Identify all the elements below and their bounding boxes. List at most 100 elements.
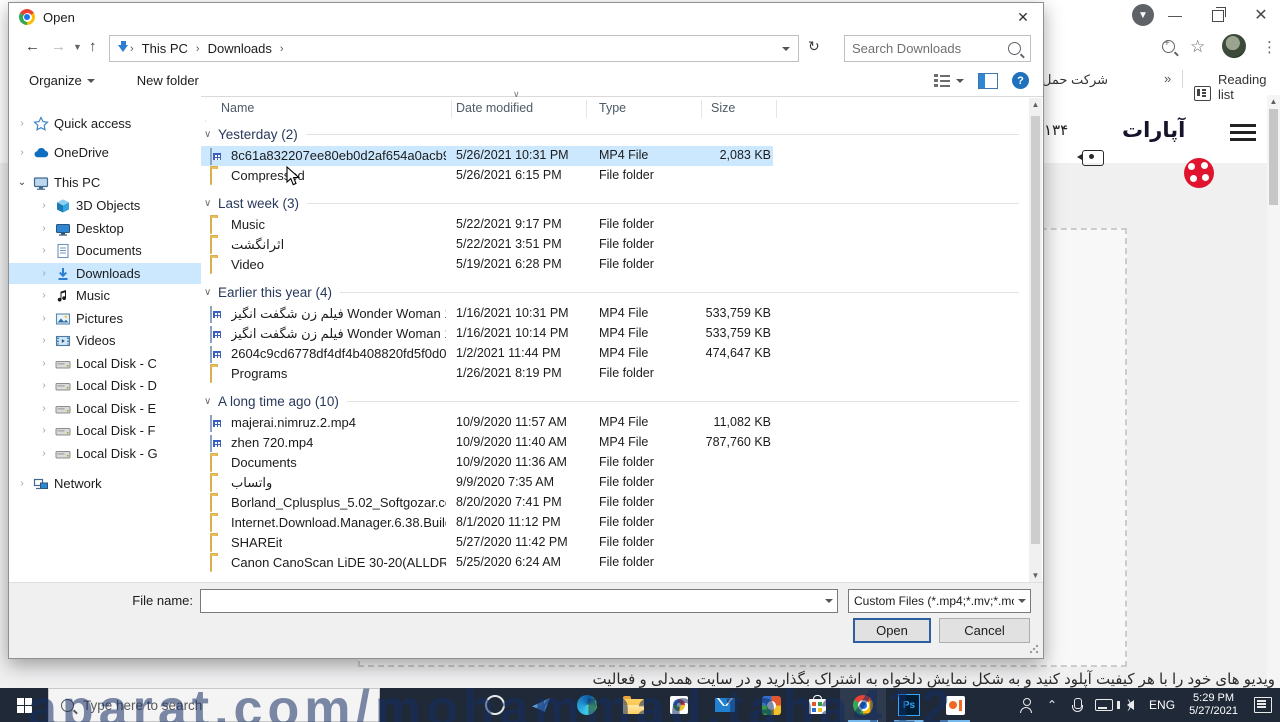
forward-icon[interactable]: →: [51, 38, 66, 55]
group-header[interactable]: ∨ Yesterday (2): [201, 122, 1029, 146]
people-icon[interactable]: [1013, 698, 1039, 713]
open-button[interactable]: Open: [853, 618, 931, 643]
chevron-right-icon[interactable]: ›: [17, 478, 27, 489]
profile-avatar[interactable]: [1222, 34, 1246, 58]
chevron-right-icon[interactable]: ›: [39, 268, 49, 279]
chevron-down-icon[interactable]: ∨: [201, 287, 218, 298]
recent-locations-icon[interactable]: ▼: [73, 42, 82, 52]
taskbar-clock[interactable]: 5:29 PM 5/27/2021: [1181, 692, 1246, 718]
file-row[interactable]: zhen 720.mp4 10/9/2020 11:40 AM MP4 File 78…: [201, 433, 1029, 453]
up-icon[interactable]: ↑: [89, 38, 97, 55]
sidebar-item-local-disk-e[interactable]: › Local Disk - E: [9, 398, 201, 419]
column-size[interactable]: Size: [711, 101, 735, 115]
address-dropdown-icon[interactable]: [782, 46, 798, 51]
scroll-up-icon[interactable]: ▲: [1029, 98, 1042, 111]
browser-minimize-button[interactable]: —: [1160, 4, 1190, 26]
chevron-right-icon[interactable]: ›: [17, 118, 27, 129]
volume-icon[interactable]: [1116, 697, 1143, 711]
file-row[interactable]: واتساب 9/9/2020 7:35 AM File folder: [201, 473, 1029, 493]
breadcrumb-downloads[interactable]: Downloads: [202, 41, 278, 56]
file-row[interactable]: Programs 1/26/2021 8:19 PM File folder: [201, 364, 1029, 384]
file-row[interactable]: Borland_Cplusplus_5.02_Softgozar.com 8/20…: [201, 493, 1029, 513]
microphone-icon[interactable]: [1065, 697, 1091, 713]
chevron-right-icon[interactable]: ›: [39, 245, 49, 256]
breadcrumb-this-pc[interactable]: This PC: [136, 41, 194, 56]
reading-list-icon[interactable]: [1194, 86, 1211, 101]
zoom-icon[interactable]: [1162, 38, 1175, 53]
file-row[interactable]: 2604c9cd6778df4df4b408820fd5f0d02207... 1…: [201, 344, 1029, 364]
hamburger-menu-icon[interactable]: [1230, 124, 1256, 127]
resize-grip[interactable]: [1029, 644, 1039, 654]
file-row[interactable]: SHAREit 5/27/2020 11:42 PM File folder: [201, 533, 1029, 553]
column-separator[interactable]: [451, 100, 452, 118]
help-icon[interactable]: ?: [1012, 72, 1029, 89]
chevron-right-icon[interactable]: ›: [39, 313, 49, 324]
chevron-right-icon[interactable]: ›: [39, 425, 49, 436]
file-row[interactable]: 8c61a832207ee80eb0d2af654a0acb9e2265... 5…: [201, 146, 773, 166]
chevron-right-icon[interactable]: ›: [39, 335, 49, 346]
bookmarks-overflow-icon[interactable]: »: [1164, 71, 1171, 86]
sidebar-item-downloads[interactable]: › Downloads: [9, 263, 201, 284]
file-list-scrollbar[interactable]: ▲ ▼: [1029, 98, 1042, 582]
sidebar-item-videos[interactable]: › Videos: [9, 330, 201, 351]
file-row[interactable]: Compressed 5/26/2021 6:15 PM File folder: [201, 166, 1029, 186]
change-view-button[interactable]: [934, 74, 964, 87]
chevron-right-icon[interactable]: ›: [39, 448, 49, 459]
chevron-down-icon[interactable]: ∨: [201, 129, 218, 140]
preview-pane-icon[interactable]: [978, 72, 998, 89]
address-bar[interactable]: › This PC › Downloads ›: [109, 35, 799, 62]
sidebar-item-local-disk-g[interactable]: › Local Disk - G: [9, 443, 201, 464]
column-date-modified[interactable]: Date modified: [456, 101, 533, 115]
bookmark-star-icon[interactable]: ☆: [1190, 37, 1205, 57]
chevron-right-icon[interactable]: ›: [17, 147, 27, 158]
file-row[interactable]: Video 5/19/2021 6:28 PM File folder: [201, 255, 1029, 275]
sidebar-item-local-disk-c[interactable]: › Local Disk - C: [9, 353, 201, 374]
file-row[interactable]: majerai.nimruz.2.mp4 10/9/2020 11:57 AM MP…: [201, 413, 1029, 433]
search-icon[interactable]: [1008, 42, 1021, 55]
file-row[interactable]: فیلم زن شگفت انگیز Wonder Woman 1984... 1…: [201, 324, 1029, 344]
browser-restore-button[interactable]: [1212, 7, 1226, 22]
dialog-titlebar[interactable]: Open ✕: [9, 3, 1043, 31]
chevron-right-icon[interactable]: ›: [39, 290, 49, 301]
sidebar-item-local-disk-f[interactable]: › Local Disk - F: [9, 420, 201, 441]
sidebar-item-this-pc[interactable]: ⌄ This PC: [9, 172, 201, 193]
search-box[interactable]: Search Downloads: [844, 35, 1031, 62]
file-name-dropdown-icon[interactable]: [821, 590, 837, 612]
chevron-down-icon[interactable]: ∨: [201, 396, 218, 407]
sidebar-item-documents[interactable]: › Documents: [9, 240, 201, 261]
chevron-down-icon[interactable]: ∨: [201, 198, 218, 209]
group-header[interactable]: ∨ Last week (3): [201, 191, 1029, 215]
action-center-icon[interactable]: [1246, 697, 1280, 713]
chevron-right-icon[interactable]: ›: [39, 403, 49, 414]
page-scrollbar-thumb[interactable]: [1269, 109, 1278, 205]
cancel-button[interactable]: Cancel: [939, 618, 1030, 643]
browser-close-button[interactable]: ✕: [1246, 4, 1276, 26]
language-indicator[interactable]: ENG: [1143, 698, 1181, 712]
file-row[interactable]: Music 5/22/2021 9:17 PM File folder: [201, 215, 1029, 235]
group-header[interactable]: ∨ Earlier this year (4): [201, 280, 1029, 304]
column-type[interactable]: Type: [599, 101, 626, 115]
new-folder-button[interactable]: New folder: [127, 73, 209, 88]
browser-menu-icon[interactable]: ⋮: [1262, 38, 1277, 56]
dialog-close-icon[interactable]: ✕: [1009, 7, 1037, 27]
touch-keyboard-icon[interactable]: [1091, 699, 1117, 711]
file-row[interactable]: اثرانگشت 5/22/2021 3:51 PM File folder: [201, 235, 1029, 255]
sidebar-item-onedrive[interactable]: › OneDrive: [9, 142, 201, 163]
file-name-input[interactable]: [200, 589, 838, 613]
download-indicator-icon[interactable]: ▼: [1132, 4, 1154, 26]
column-separator[interactable]: [776, 100, 777, 118]
file-row[interactable]: Canon CanoScan LiDE 30-20(ALLDRiVER.i...…: [201, 553, 1029, 573]
column-name[interactable]: Name: [221, 101, 254, 115]
chevron-down-icon[interactable]: ⌄: [17, 177, 27, 188]
organize-button[interactable]: Organize: [19, 73, 105, 88]
column-separator[interactable]: [701, 100, 702, 118]
bookmark-item[interactable]: شرکت حمل: [1042, 72, 1108, 88]
scroll-up-icon[interactable]: ▲: [1267, 95, 1280, 108]
sidebar-item-quick-access[interactable]: › Quick access: [9, 113, 201, 134]
sidebar-item-local-disk-d[interactable]: › Local Disk - D: [9, 375, 201, 396]
file-type-select[interactable]: Custom Files (*.mp4;*.mv;*.mo: [848, 589, 1031, 613]
sidebar-item-3d-objects[interactable]: › 3D Objects: [9, 195, 201, 216]
back-icon[interactable]: ←: [25, 38, 40, 55]
file-row[interactable]: Internet.Download.Manager.6.38.Build.2..…: [201, 513, 1029, 533]
show-hidden-icons[interactable]: ⌃: [1039, 698, 1065, 712]
